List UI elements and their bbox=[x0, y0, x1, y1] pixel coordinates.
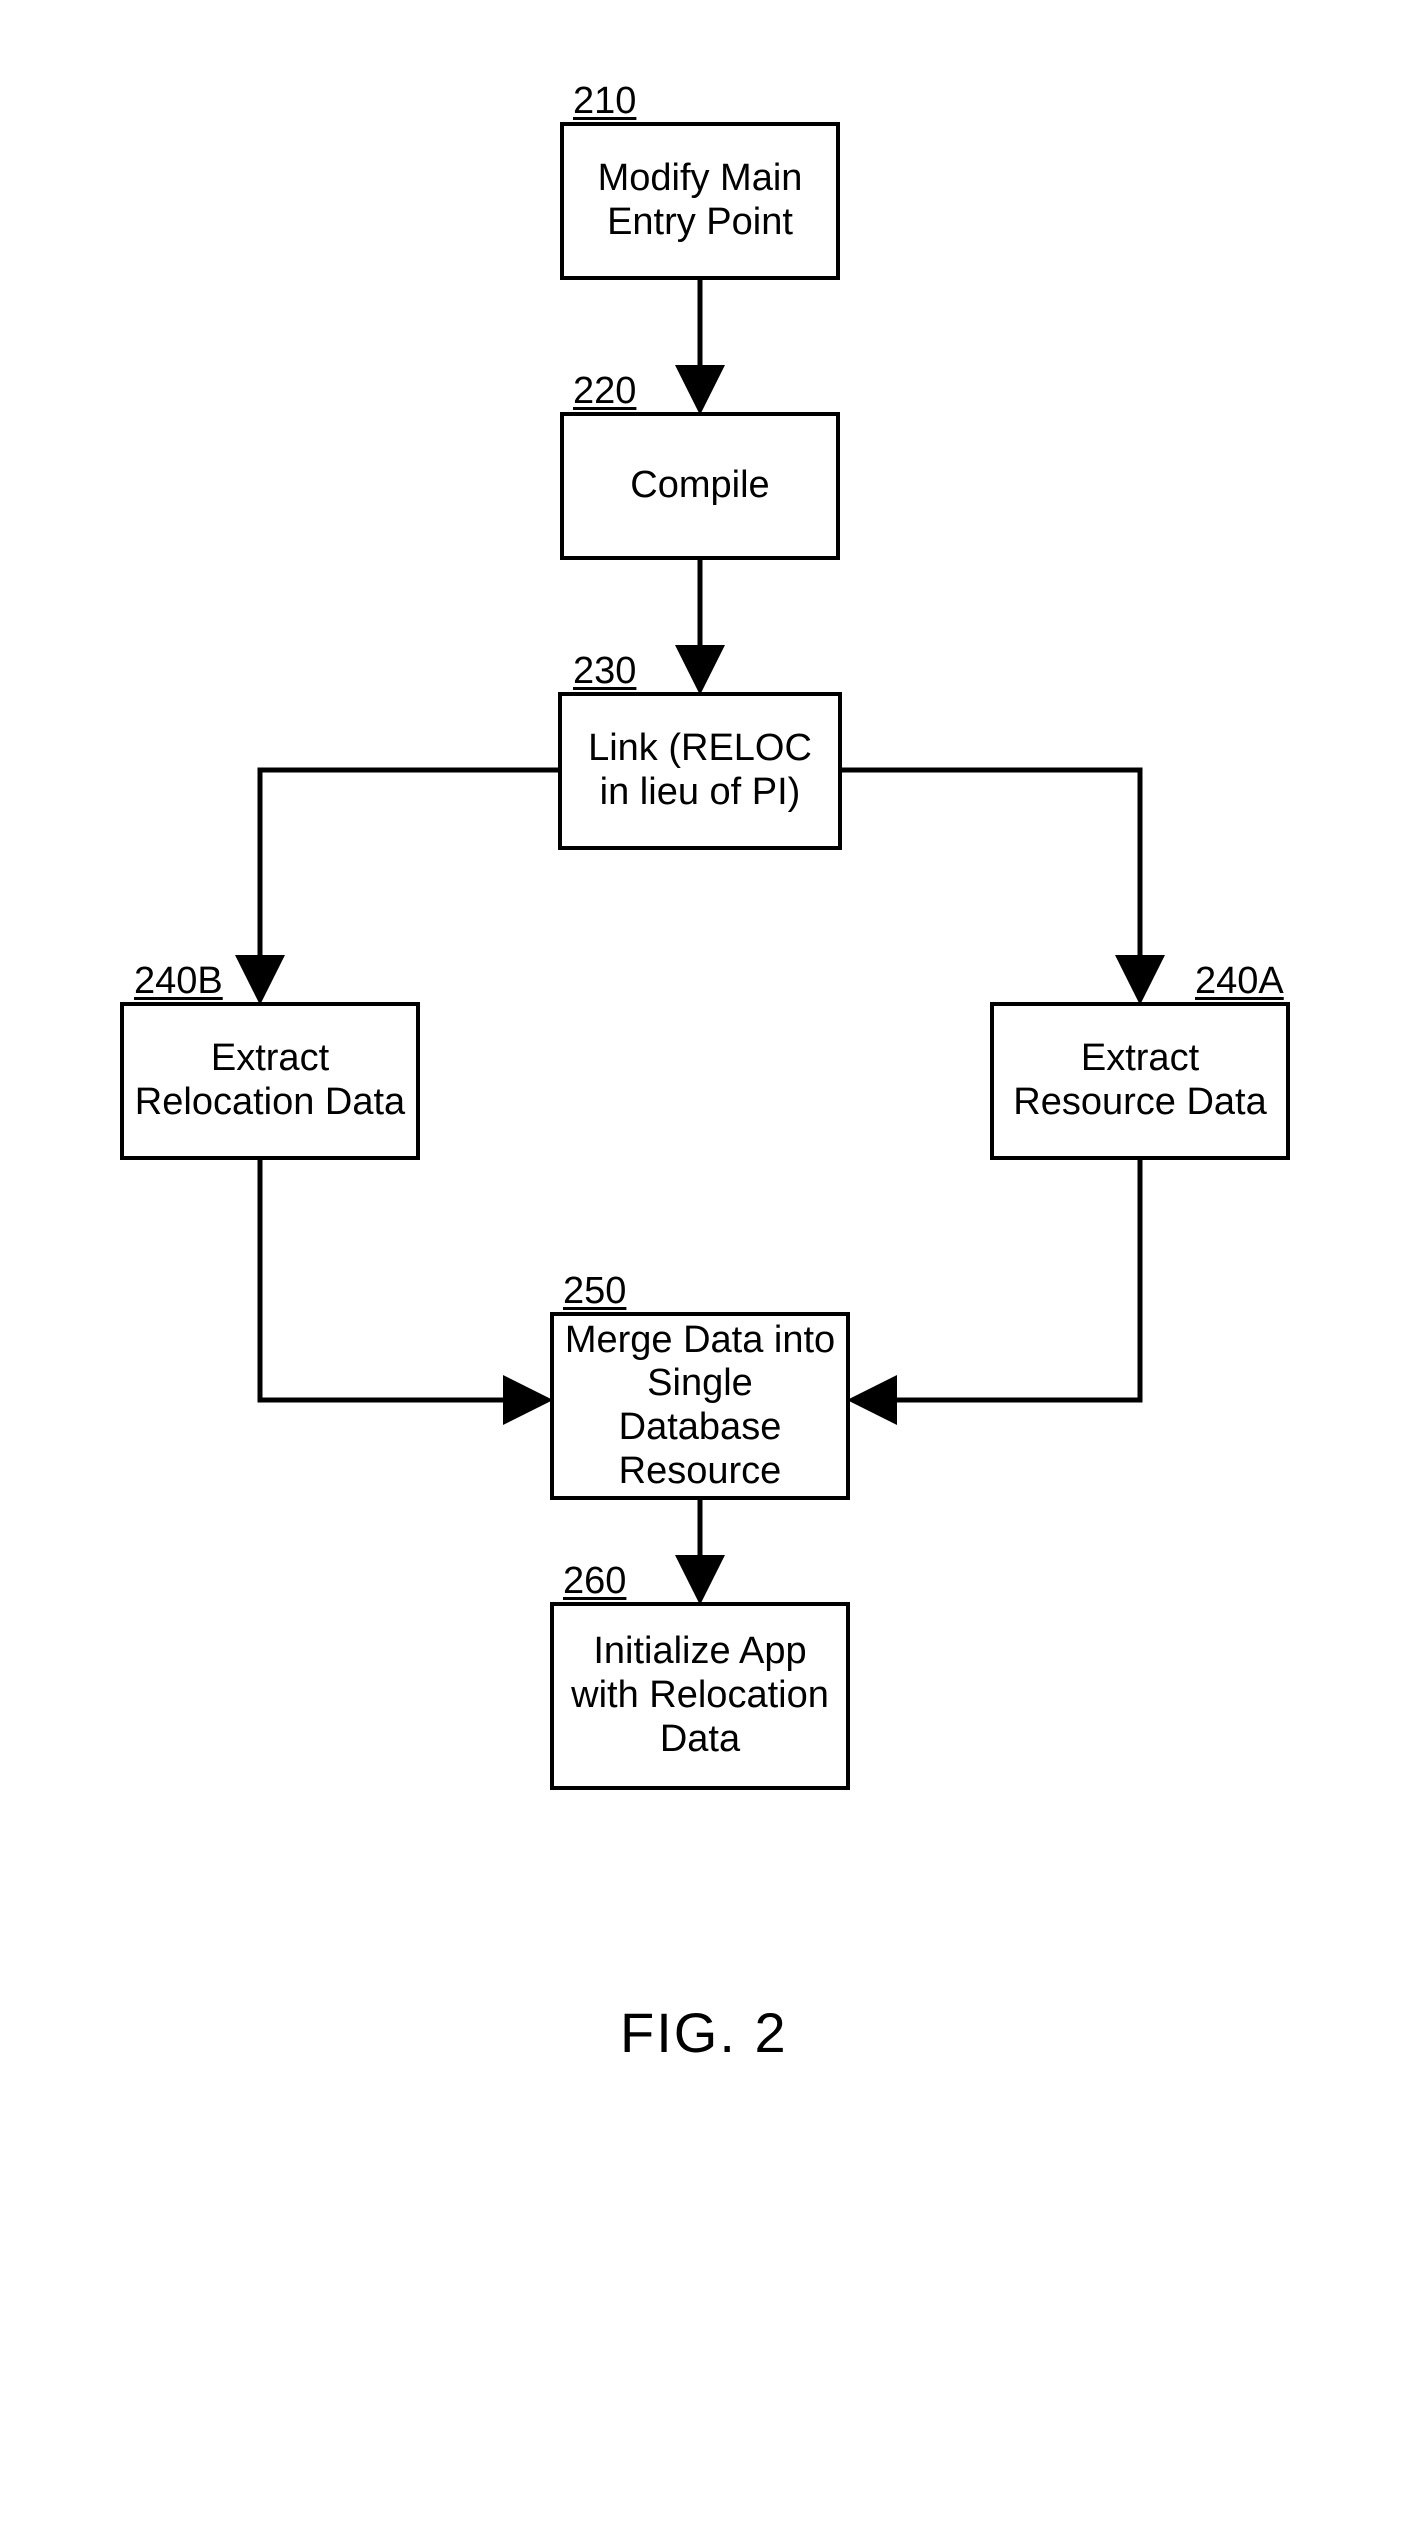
node-tag-250: 250 bbox=[563, 1270, 626, 1313]
node-210-text: Modify Main Entry Point bbox=[572, 157, 828, 244]
node-230-text: Link (RELOC in lieu of PI) bbox=[570, 727, 830, 814]
node-210: Modify Main Entry Point bbox=[560, 122, 840, 280]
node-tag-240A: 240A bbox=[1195, 960, 1284, 1003]
node-260: Initialize App with Relocation Data bbox=[550, 1602, 850, 1790]
node-tag-240B: 240B bbox=[134, 960, 223, 1003]
node-tag-230: 230 bbox=[573, 650, 636, 693]
node-220: Compile bbox=[560, 412, 840, 560]
connectors bbox=[0, 0, 1404, 2525]
figure-label: FIG. 2 bbox=[620, 2000, 788, 2065]
node-230: Link (RELOC in lieu of PI) bbox=[558, 692, 842, 850]
node-220-text: Compile bbox=[630, 464, 769, 508]
node-240A-text: Extract Resource Data bbox=[1002, 1037, 1278, 1124]
edge-240A-250 bbox=[852, 1160, 1140, 1400]
node-240B: Extract Relocation Data bbox=[120, 1002, 420, 1160]
node-tag-210: 210 bbox=[573, 80, 636, 123]
edge-230-240B bbox=[260, 770, 558, 1000]
node-tag-260: 260 bbox=[563, 1560, 626, 1603]
edge-240B-250 bbox=[260, 1160, 548, 1400]
node-260-text: Initialize App with Relocation Data bbox=[562, 1630, 838, 1761]
node-250-text: Merge Data into Single Database Resource bbox=[562, 1319, 838, 1494]
node-tag-220: 220 bbox=[573, 370, 636, 413]
node-250: Merge Data into Single Database Resource bbox=[550, 1312, 850, 1500]
edge-230-240A bbox=[842, 770, 1140, 1000]
node-240A: Extract Resource Data bbox=[990, 1002, 1290, 1160]
diagram-canvas: 210 Modify Main Entry Point 220 Compile … bbox=[0, 0, 1404, 2525]
node-240B-text: Extract Relocation Data bbox=[132, 1037, 408, 1124]
